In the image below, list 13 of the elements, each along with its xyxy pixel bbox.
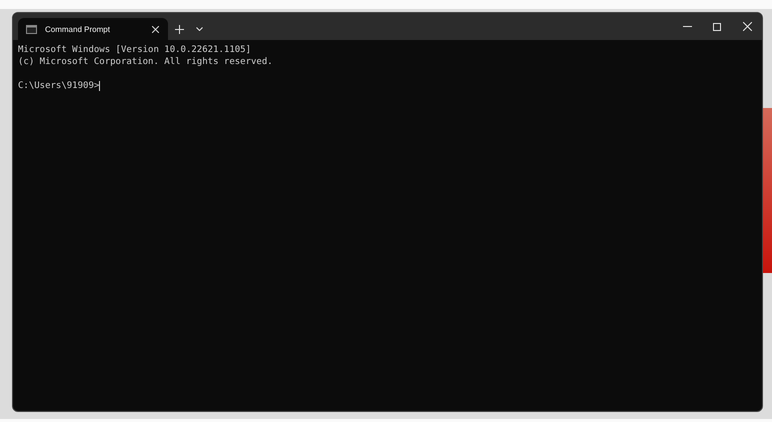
minimize-icon xyxy=(682,26,692,27)
console-area[interactable]: Microsoft Windows [Version 10.0.22621.1105] (c) Microsoft Corporation. All rights reserved. C:\Users\91909> xyxy=(13,40,762,411)
console-text: C:\Users\91909> xyxy=(18,80,100,92)
console-text: Microsoft Windows [Version 10.0.22621.1105] xyxy=(18,44,251,56)
plus-icon xyxy=(174,24,184,34)
tab[interactable]: Command Prompt xyxy=(18,18,168,40)
console-text: (c) Microsoft Corporation. All rights reserved. xyxy=(18,56,273,68)
terminal-icon xyxy=(26,24,37,34)
close-icon xyxy=(742,22,752,31)
close-icon xyxy=(152,26,158,32)
chevron-icon xyxy=(196,27,202,31)
maximize-icon xyxy=(713,22,721,30)
tab-label: Command Prompt xyxy=(45,24,111,34)
